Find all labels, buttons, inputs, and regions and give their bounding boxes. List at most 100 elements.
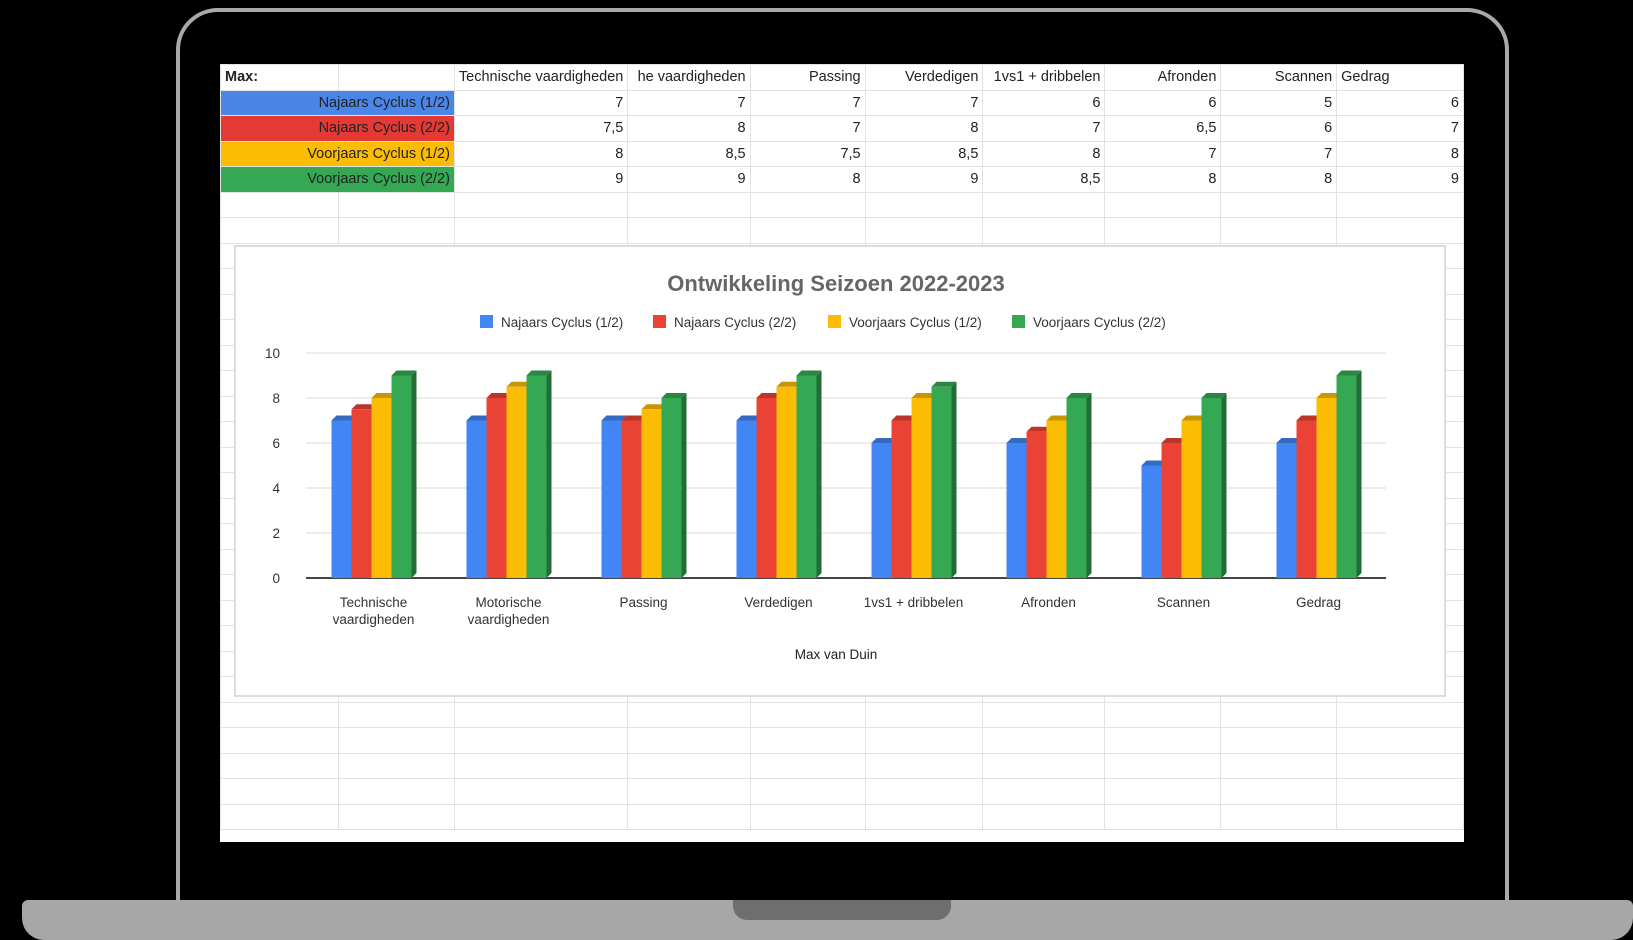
empty-cell[interactable]: [1336, 727, 1464, 754]
value-cell[interactable]: 7: [864, 89, 984, 116]
empty-cell[interactable]: [220, 191, 339, 218]
column-header[interactable]: Passing: [749, 64, 866, 91]
empty-cell[interactable]: [1336, 778, 1464, 805]
bar[interactable]: [931, 381, 957, 578]
value-cell[interactable]: 7,5: [749, 140, 866, 167]
empty-cell[interactable]: [627, 701, 751, 728]
empty-cell[interactable]: [864, 752, 984, 779]
value-cell[interactable]: 8: [1220, 166, 1338, 193]
empty-cell[interactable]: [337, 191, 455, 218]
bar[interactable]: [1066, 393, 1092, 578]
empty-cell[interactable]: [1220, 752, 1338, 779]
empty-cell[interactable]: [1104, 727, 1222, 754]
empty-cell[interactable]: [453, 803, 629, 830]
row-label-cell[interactable]: Najaars Cyclus (2/2): [220, 115, 455, 142]
empty-cell[interactable]: [220, 752, 339, 779]
empty-cell[interactable]: [749, 191, 866, 218]
bar[interactable]: [391, 370, 417, 579]
value-cell[interactable]: 8: [1336, 140, 1464, 167]
empty-cell[interactable]: [864, 217, 984, 244]
empty-cell[interactable]: [1104, 752, 1222, 779]
empty-cell[interactable]: [864, 803, 984, 830]
empty-cell[interactable]: [1220, 727, 1338, 754]
empty-cell[interactable]: [1104, 191, 1222, 218]
value-cell[interactable]: 5: [1220, 89, 1338, 116]
empty-cell[interactable]: [453, 217, 629, 244]
empty-cell[interactable]: [627, 217, 751, 244]
column-header[interactable]: Technische vaardigheden: [453, 64, 629, 91]
value-cell[interactable]: 9: [627, 166, 751, 193]
value-cell[interactable]: 7: [749, 89, 866, 116]
value-cell[interactable]: 8: [1104, 166, 1222, 193]
value-cell[interactable]: 7: [749, 115, 866, 142]
empty-cell[interactable]: [749, 217, 866, 244]
empty-cell[interactable]: [982, 701, 1106, 728]
bar[interactable]: [1336, 370, 1362, 579]
value-cell[interactable]: 8: [982, 140, 1106, 167]
empty-cell[interactable]: [749, 803, 866, 830]
empty-cell[interactable]: [220, 727, 339, 754]
empty-cell[interactable]: [337, 752, 455, 779]
value-cell[interactable]: 9: [864, 166, 984, 193]
empty-cell[interactable]: [627, 778, 751, 805]
chart-container[interactable]: Ontwikkeling Seizoen 2022-2023 Najaars C…: [234, 245, 1446, 697]
value-cell[interactable]: 8: [453, 140, 629, 167]
value-cell[interactable]: 7: [1336, 115, 1464, 142]
empty-cell[interactable]: [982, 191, 1106, 218]
empty-cell[interactable]: [1220, 803, 1338, 830]
empty-cell[interactable]: [337, 701, 455, 728]
empty-cell[interactable]: [982, 727, 1106, 754]
empty-cell[interactable]: [220, 701, 339, 728]
bar[interactable]: [796, 370, 822, 579]
empty-cell[interactable]: [749, 778, 866, 805]
empty-cell[interactable]: [1336, 217, 1464, 244]
empty-cell[interactable]: [1336, 191, 1464, 218]
empty-cell[interactable]: [337, 217, 455, 244]
empty-cell[interactable]: [1104, 778, 1222, 805]
empty-cell[interactable]: [982, 217, 1106, 244]
empty-cell[interactable]: [220, 778, 339, 805]
empty-cell[interactable]: [220, 803, 339, 830]
empty-cell[interactable]: [864, 701, 984, 728]
empty-cell[interactable]: [749, 752, 866, 779]
empty-cell[interactable]: [627, 727, 751, 754]
empty-cell[interactable]: [453, 752, 629, 779]
empty-cell[interactable]: [220, 217, 339, 244]
row-label-cell[interactable]: Najaars Cyclus (1/2): [220, 89, 455, 116]
value-cell[interactable]: 9: [1336, 166, 1464, 193]
value-cell[interactable]: 8,5: [627, 140, 751, 167]
empty-cell[interactable]: [864, 727, 984, 754]
row-label-cell[interactable]: Voorjaars Cyclus (1/2): [220, 140, 455, 167]
empty-cell[interactable]: [627, 191, 751, 218]
column-header[interactable]: he vaardigheden: [627, 64, 751, 91]
column-header[interactable]: 1vs1 + dribbelen: [982, 64, 1106, 91]
value-cell[interactable]: 6: [1336, 89, 1464, 116]
column-header[interactable]: Afronden: [1104, 64, 1222, 91]
empty-cell[interactable]: [337, 803, 455, 830]
value-cell[interactable]: 6: [1104, 89, 1222, 116]
value-cell[interactable]: 7: [453, 89, 629, 116]
value-cell[interactable]: 6: [982, 89, 1106, 116]
value-cell[interactable]: 8,5: [982, 166, 1106, 193]
column-header[interactable]: Gedrag: [1336, 64, 1464, 91]
empty-cell[interactable]: [982, 752, 1106, 779]
value-cell[interactable]: 7: [982, 115, 1106, 142]
column-header[interactable]: Scannen: [1220, 64, 1338, 91]
empty-cell[interactable]: [337, 778, 455, 805]
empty-cell[interactable]: [453, 701, 629, 728]
value-cell[interactable]: 7: [1220, 140, 1338, 167]
empty-cell[interactable]: [1220, 778, 1338, 805]
value-cell[interactable]: 8,5: [864, 140, 984, 167]
bar[interactable]: [526, 370, 552, 579]
empty-cell[interactable]: [337, 727, 455, 754]
empty-cell[interactable]: [864, 191, 984, 218]
bar[interactable]: [661, 393, 687, 578]
empty-cell[interactable]: [1220, 191, 1338, 218]
value-cell[interactable]: 9: [453, 166, 629, 193]
row-label-cell[interactable]: Voorjaars Cyclus (2/2): [220, 166, 455, 193]
empty-cell[interactable]: [864, 778, 984, 805]
empty-cell[interactable]: [1104, 217, 1222, 244]
value-cell[interactable]: 8: [864, 115, 984, 142]
empty-cell[interactable]: [1220, 217, 1338, 244]
empty-cell[interactable]: [749, 701, 866, 728]
